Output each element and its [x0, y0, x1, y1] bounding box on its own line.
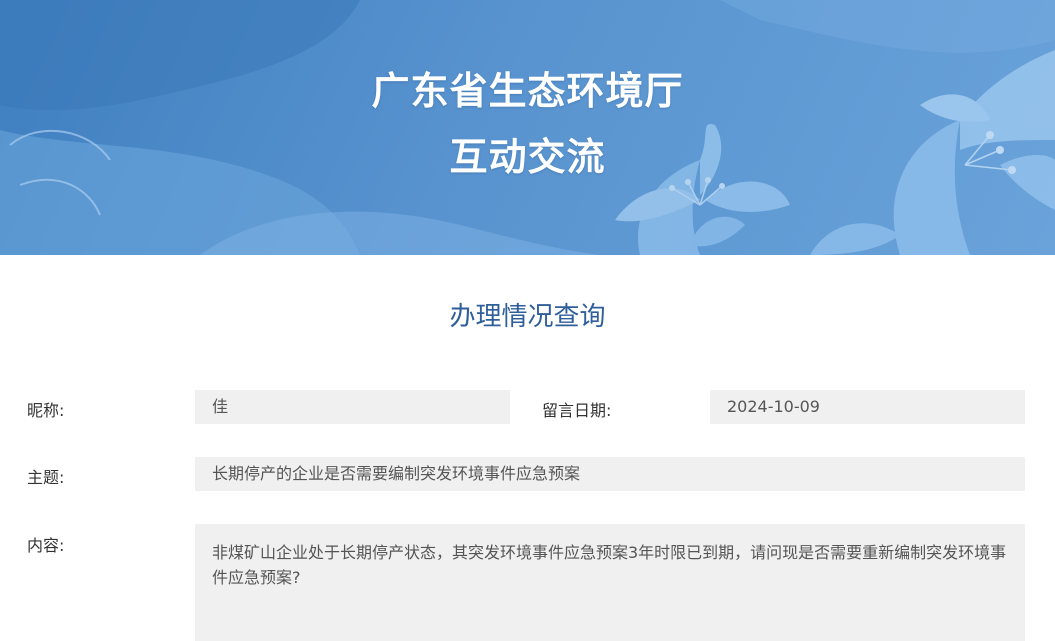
nickname-label: 昵称:	[27, 401, 65, 420]
content-label: 内容:	[27, 536, 65, 555]
header-banner: 广东省生态环境厅 互动交流	[0, 0, 1055, 255]
nickname-field: 佳	[195, 390, 510, 424]
banner-subtitle: 互动交流	[449, 135, 606, 179]
banner-title: 广东省生态环境厅	[371, 69, 684, 113]
date-field: 2024-10-09	[710, 390, 1025, 424]
date-label: 留言日期:	[542, 401, 612, 420]
page-title: 办理情况查询	[449, 302, 606, 332]
subject-label: 主题:	[27, 468, 65, 487]
content-field: 非煤矿山企业处于长期停产状态，其突发环境事件应急预案3年时限已到期，请问现是否需…	[195, 524, 1025, 641]
subject-field: 长期停产的企业是否需要编制突发环境事件应急预案	[195, 457, 1025, 491]
